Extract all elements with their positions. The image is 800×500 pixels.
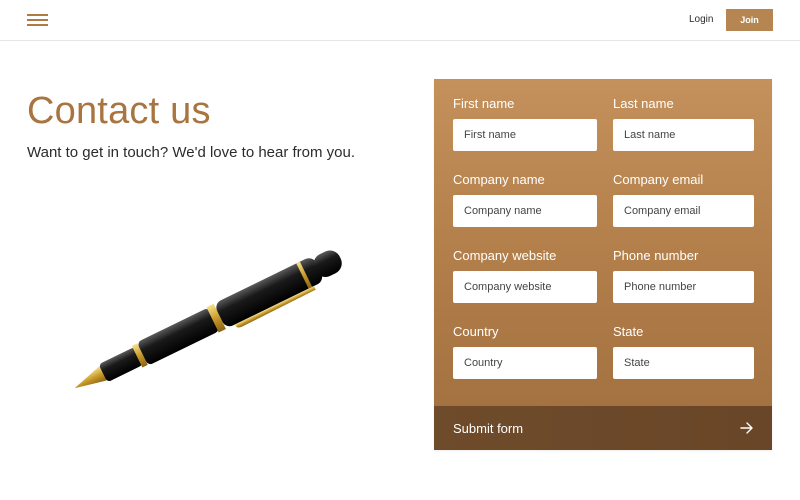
top-navigation-bar: Login Join (0, 0, 800, 41)
last-name-label: Last name (613, 96, 674, 111)
company-email-label: Company email (613, 172, 704, 187)
submit-form-label: Submit form (453, 420, 524, 436)
company-website-input[interactable] (453, 271, 597, 303)
company-name-label: Company name (453, 172, 545, 187)
company-name-input[interactable] (453, 195, 597, 227)
first-name-input[interactable] (453, 119, 597, 151)
phone-number-input[interactable] (613, 271, 754, 303)
last-name-input[interactable] (613, 119, 754, 151)
first-name-label: First name (453, 96, 515, 111)
page-title: Contact us (27, 90, 211, 132)
contact-form: First name Last name Company name Compan… (434, 79, 772, 450)
submit-form-button[interactable]: Submit form (434, 406, 772, 450)
page-subtitle: Want to get in touch? We'd love to hear … (27, 144, 356, 161)
hamburger-menu-icon[interactable] (27, 13, 48, 27)
state-label: State (613, 324, 644, 339)
arrow-right-icon (740, 422, 753, 434)
state-input[interactable] (613, 347, 754, 379)
join-button[interactable]: Join (726, 9, 773, 31)
country-label: Country (453, 324, 499, 339)
login-link[interactable]: Login (689, 14, 713, 25)
company-website-label: Company website (453, 248, 557, 263)
fountain-pen-illustration (74, 250, 342, 389)
company-email-input[interactable] (613, 195, 754, 227)
phone-number-label: Phone number (613, 248, 699, 263)
country-input[interactable] (453, 347, 597, 379)
